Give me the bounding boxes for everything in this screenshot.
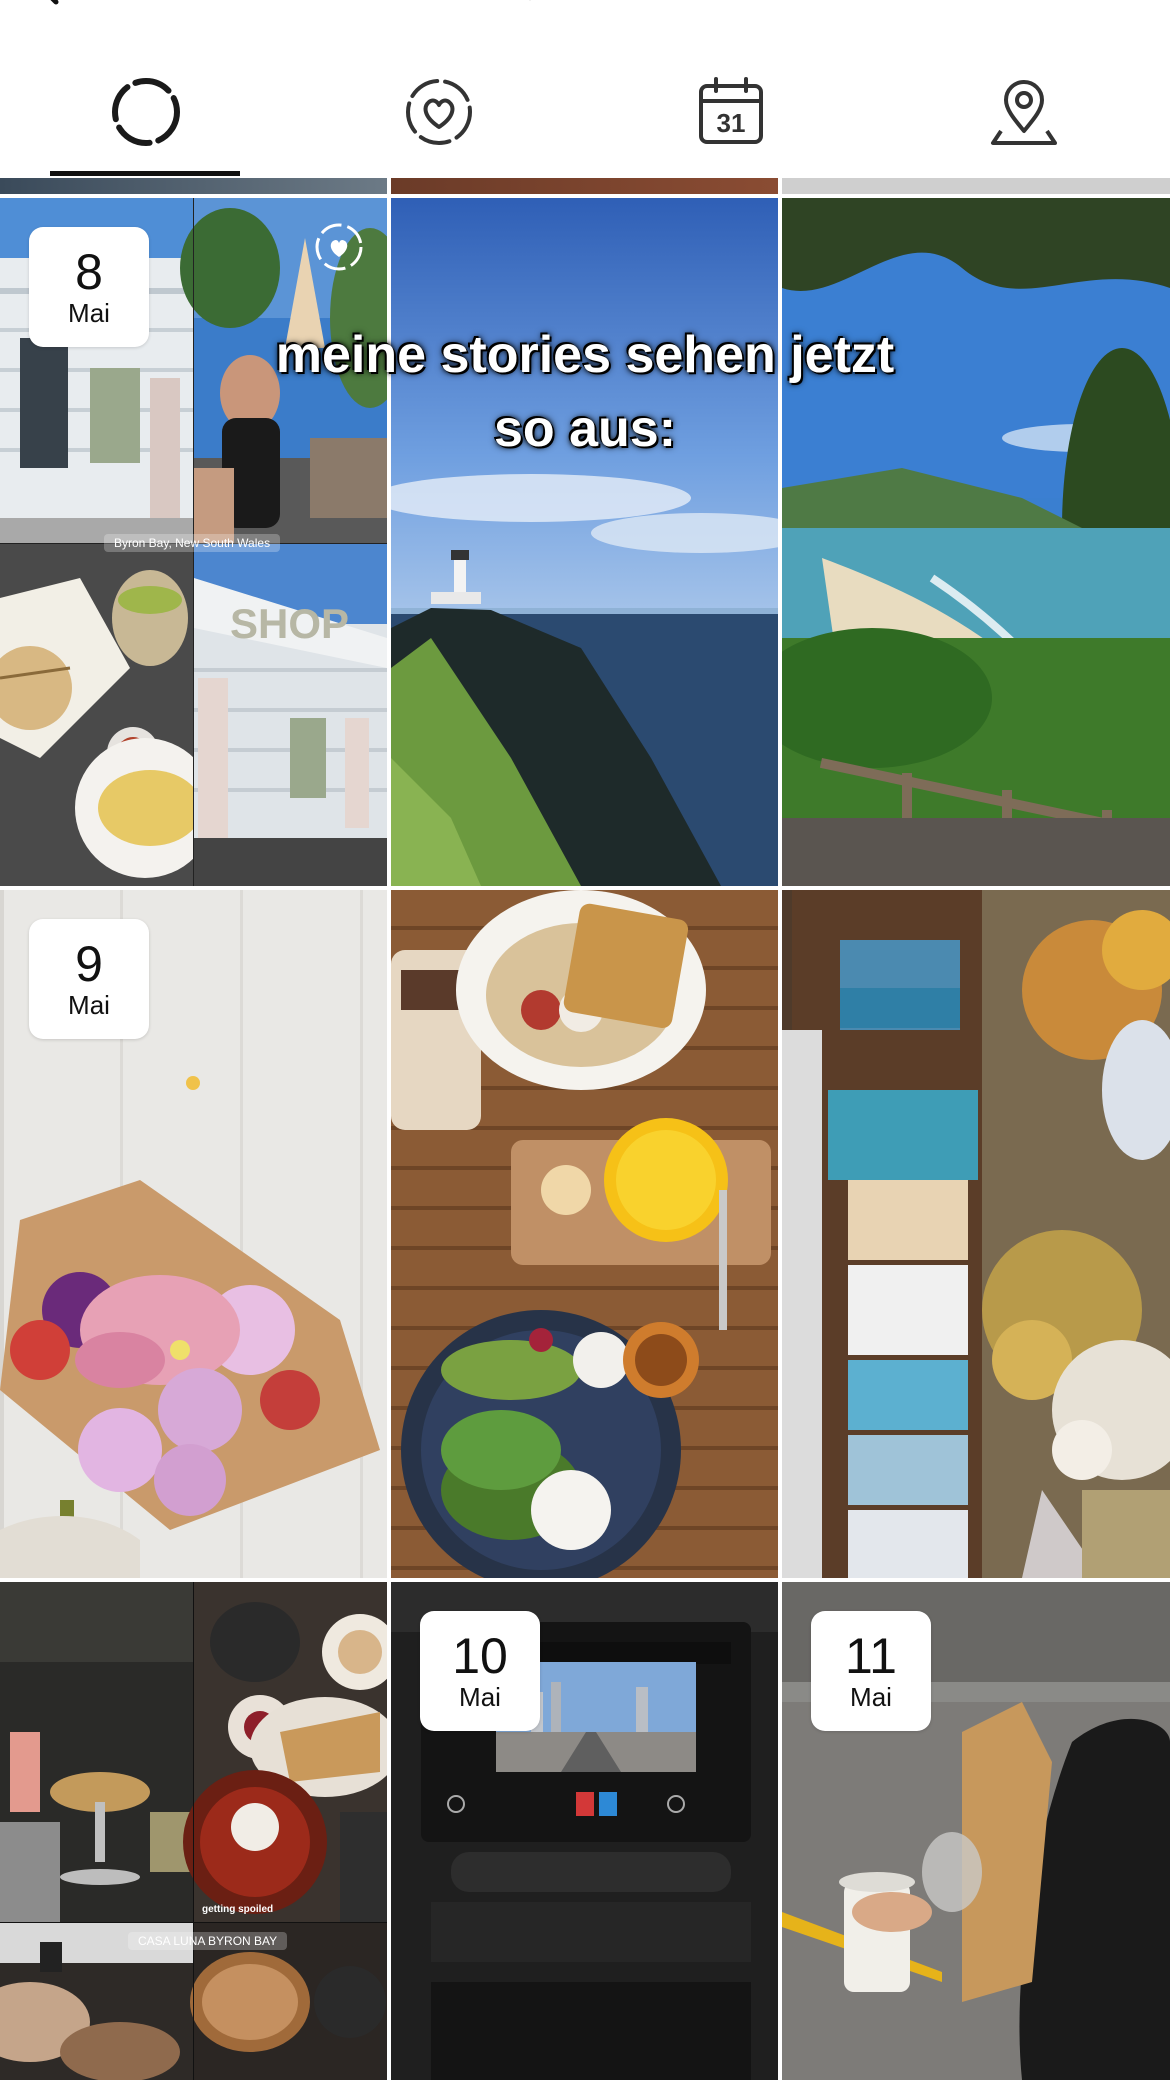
location-sticker: CASA LUNA BYRON BAY [128,1932,288,1950]
tab-locations[interactable] [878,60,1170,180]
postcards-photo [782,890,1170,1578]
breakfast-photo [391,890,778,1578]
heart-highlight-icon [315,223,363,271]
tab-stories[interactable] [0,60,293,180]
stories-ring-icon [112,78,181,146]
date-badge: 8 Mai [29,227,149,347]
heart-highlight-icon [405,79,472,145]
date-day: 8 [75,244,103,300]
tab-highlights[interactable] [293,60,586,180]
svg-text:SHOP: SHOP [230,600,349,647]
story-thumb-dinner-collage[interactable]: getting spoiled CASA LUNA BYRON BAY [0,1582,387,2080]
date-badge: 11 Mai [811,1611,931,1731]
story-thumb-breakfast[interactable] [391,890,778,1578]
date-month: Mai [459,1682,501,1712]
title-descender-icon [529,0,531,1]
story-thumb-partial[interactable] [0,178,387,194]
date-badge: 10 Mai [420,1611,540,1731]
story-thumb-collage[interactable]: SHOP Byron Bay, New South Wales 8 Mai [0,198,387,886]
location-pin-icon [990,80,1057,145]
location-sticker: Byron Bay, New South Wales [104,534,281,552]
calendar-day-label: 31 [717,108,746,138]
story-thumb-beach[interactable] [782,198,1170,886]
dinner-collage-photo [0,1582,387,2080]
date-month: Mai [68,298,110,328]
date-day: 10 [452,1628,508,1684]
date-badge: 9 Mai [29,919,149,1039]
back-chevron-icon[interactable] [30,0,70,10]
date-month: Mai [68,990,110,1020]
story-thumb-coffee-street[interactable]: 11 Mai [782,1582,1170,2080]
date-month: Mai [850,1682,892,1712]
story-thumb-postcards[interactable] [782,890,1170,1578]
story-thumb-lighthouse[interactable] [391,198,778,886]
story-thumb-treadmill[interactable]: 10 Mai [391,1582,778,2080]
story-thumb-partial[interactable] [391,178,778,194]
calendar-icon: 31 [699,77,764,144]
date-day: 11 [845,1628,897,1684]
story-thumb-partial[interactable] [782,178,1170,194]
stories-grid: SHOP Byron Bay, New South Wales 8 Mai 9 … [0,178,1170,2080]
tab-calendar[interactable]: 31 [585,60,878,180]
lighthouse-photo [391,198,778,886]
tab-bar: 31 [0,60,1170,180]
story-thumb-flowers[interactable]: 9 Mai [0,890,387,1578]
date-day: 9 [75,936,103,992]
top-bar: 31 [0,0,1170,180]
text-sticker: getting spoiled [202,1904,274,1915]
active-tab-indicator [50,171,240,176]
beach-photo [782,198,1170,886]
